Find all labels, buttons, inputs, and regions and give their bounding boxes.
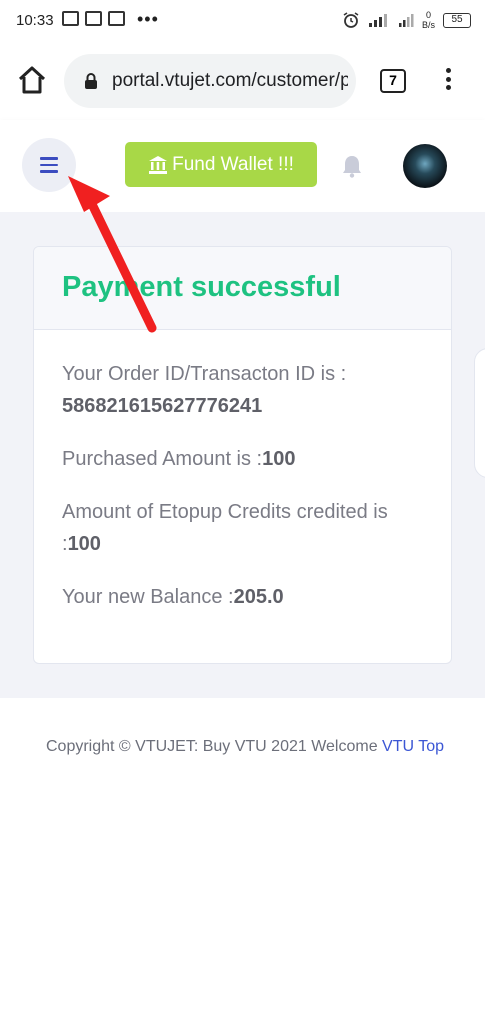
bank-icon — [149, 155, 168, 174]
url-text: portal.vtujet.com/customer/pa — [112, 70, 348, 91]
credits-value: 100 — [67, 533, 101, 555]
gmail-icon — [108, 11, 125, 26]
lock-icon — [85, 73, 97, 89]
alarm-icon — [343, 12, 359, 28]
more-notifications-icon: ••• — [137, 8, 159, 29]
site-header: Fund Wallet !!! — [0, 120, 485, 212]
status-bar: 10:33 ••• 0 B/s 55 — [0, 0, 485, 42]
browser-menu-icon[interactable] — [438, 64, 458, 94]
footer: Copyright © VTUJET: Buy VTU 2021 Welcome… — [40, 738, 450, 756]
balance-line: Your new Balance :205.0 — [62, 586, 284, 608]
payment-status-title: Payment successful — [62, 271, 341, 303]
card-header: Payment successful — [34, 247, 451, 330]
balance-value: 205.0 — [233, 586, 284, 608]
footer-text: Copyright © VTUJET: Buy VTU 2021 Welcome — [45, 738, 378, 755]
bell-icon[interactable] — [341, 154, 363, 178]
net-speed: 0 B/s — [421, 10, 435, 30]
purchased-amount-value: 100 — [262, 448, 296, 470]
signal-icon-2 — [398, 14, 414, 27]
hamburger-menu-icon[interactable] — [22, 138, 76, 192]
signal-icon — [368, 14, 387, 27]
order-id-line: Your Order ID/Transacton ID is : 5868216… — [62, 363, 347, 417]
status-time: 10:33 — [16, 12, 54, 29]
order-id-value: 586821615627776241 — [62, 395, 263, 417]
fund-wallet-button[interactable]: Fund Wallet !!! — [125, 142, 317, 187]
footer-link[interactable]: VTU Top — [382, 738, 444, 755]
home-icon[interactable] — [16, 64, 48, 96]
credits-line: Amount of Etopup Credits credited is :10… — [62, 501, 388, 555]
address-bar[interactable]: portal.vtujet.com/customer/pa — [64, 54, 356, 108]
battery-icon: 55 — [443, 12, 471, 28]
side-widget-edge[interactable] — [474, 348, 485, 478]
payment-card: Payment successful Your Order ID/Transac… — [33, 246, 452, 664]
avatar[interactable] — [403, 144, 447, 188]
tab-switcher-button[interactable]: 7 — [380, 69, 406, 93]
browser-toolbar: portal.vtujet.com/customer/pa 7 — [0, 42, 485, 120]
image-icon — [85, 11, 102, 26]
notification-icons: ••• — [62, 8, 159, 29]
message-icon — [62, 11, 79, 26]
purchased-amount-line: Purchased Amount is :100 — [62, 448, 296, 470]
card-body: Your Order ID/Transacton ID is : 5868216… — [34, 330, 451, 613]
fund-wallet-label: Fund Wallet !!! — [172, 153, 294, 175]
status-right: 0 B/s 55 — [342, 10, 471, 30]
